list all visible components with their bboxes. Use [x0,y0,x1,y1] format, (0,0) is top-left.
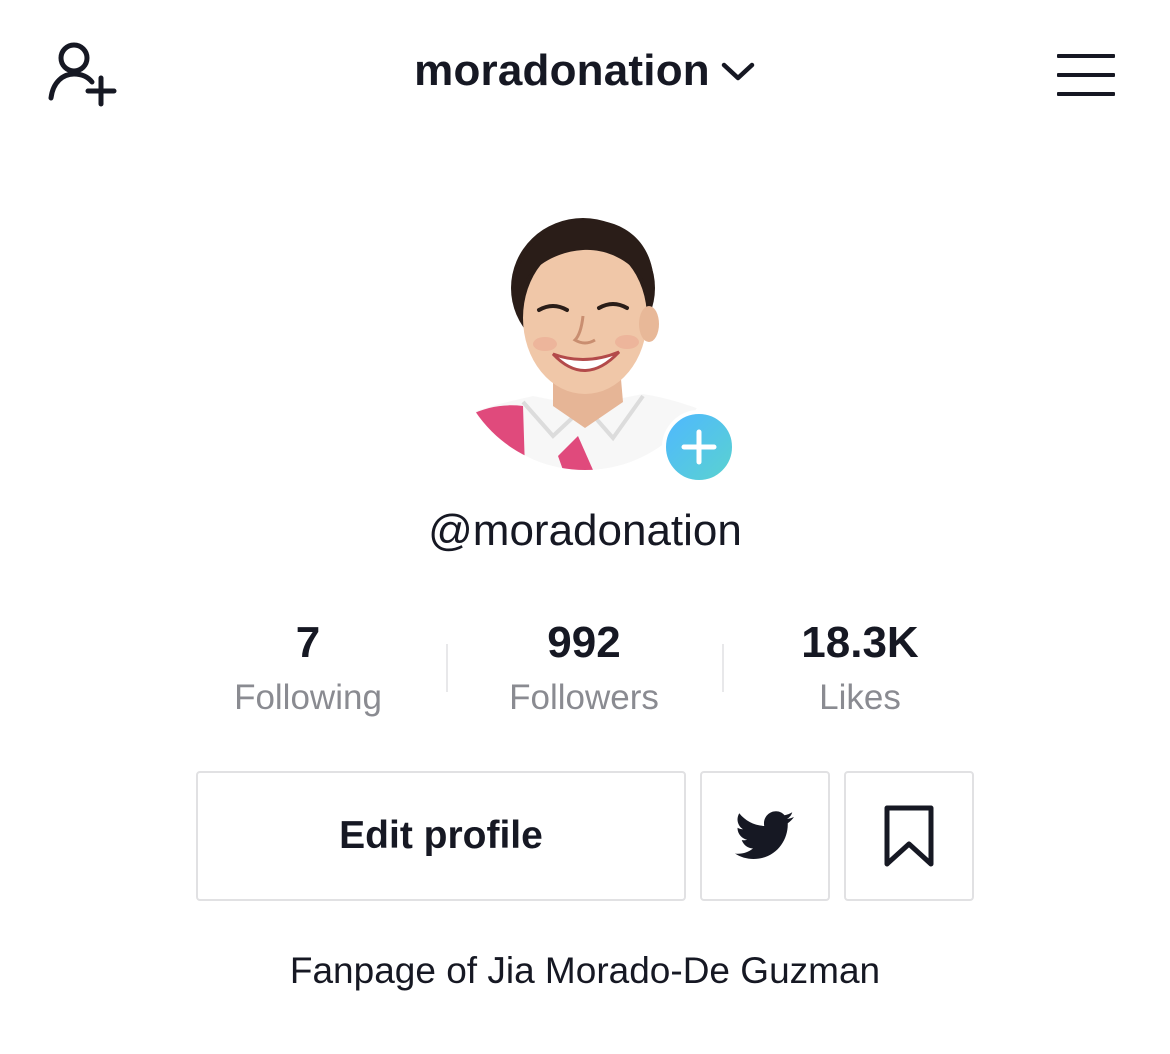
header-title-area: moradonation [0,46,1170,96]
menu-button[interactable] [1056,52,1116,98]
stat-label: Following [234,678,382,717]
stat-likes[interactable]: 18.3K Likes [722,614,998,724]
account-name: moradonation [414,46,710,95]
plus-icon [681,429,717,465]
favorites-button[interactable] [844,771,974,901]
stat-followers[interactable]: 992 Followers [446,614,722,724]
stat-label: Likes [819,678,901,717]
username-handle: @moradonation [428,506,742,555]
stat-value: 18.3K [801,618,919,667]
stat-divider [446,644,448,692]
edit-profile-label: Edit profile [339,814,543,857]
twitter-button[interactable] [700,771,830,901]
account-switcher[interactable]: moradonation [414,46,756,96]
stat-following[interactable]: 7 Following [170,614,446,724]
chevron-down-icon [721,62,755,81]
twitter-icon [735,811,794,859]
add-photo-button[interactable] [662,410,736,484]
edit-profile-button[interactable]: Edit profile [196,771,686,901]
stat-divider [722,644,724,692]
bookmark-icon [884,805,934,867]
stats-row: 7 Following 992 Followers 18.3K Likes [170,614,1000,724]
stat-value: 7 [295,618,321,667]
stat-label: Followers [509,678,659,717]
profile-bio: Fanpage of Jia Morado-De Guzman [289,950,881,991]
profile-screen: moradonation @moradonation 7 Following 9… [0,0,1170,1054]
avatar-container [453,206,736,484]
stat-value: 992 [547,618,621,667]
hamburger-menu-icon [1057,54,1115,96]
